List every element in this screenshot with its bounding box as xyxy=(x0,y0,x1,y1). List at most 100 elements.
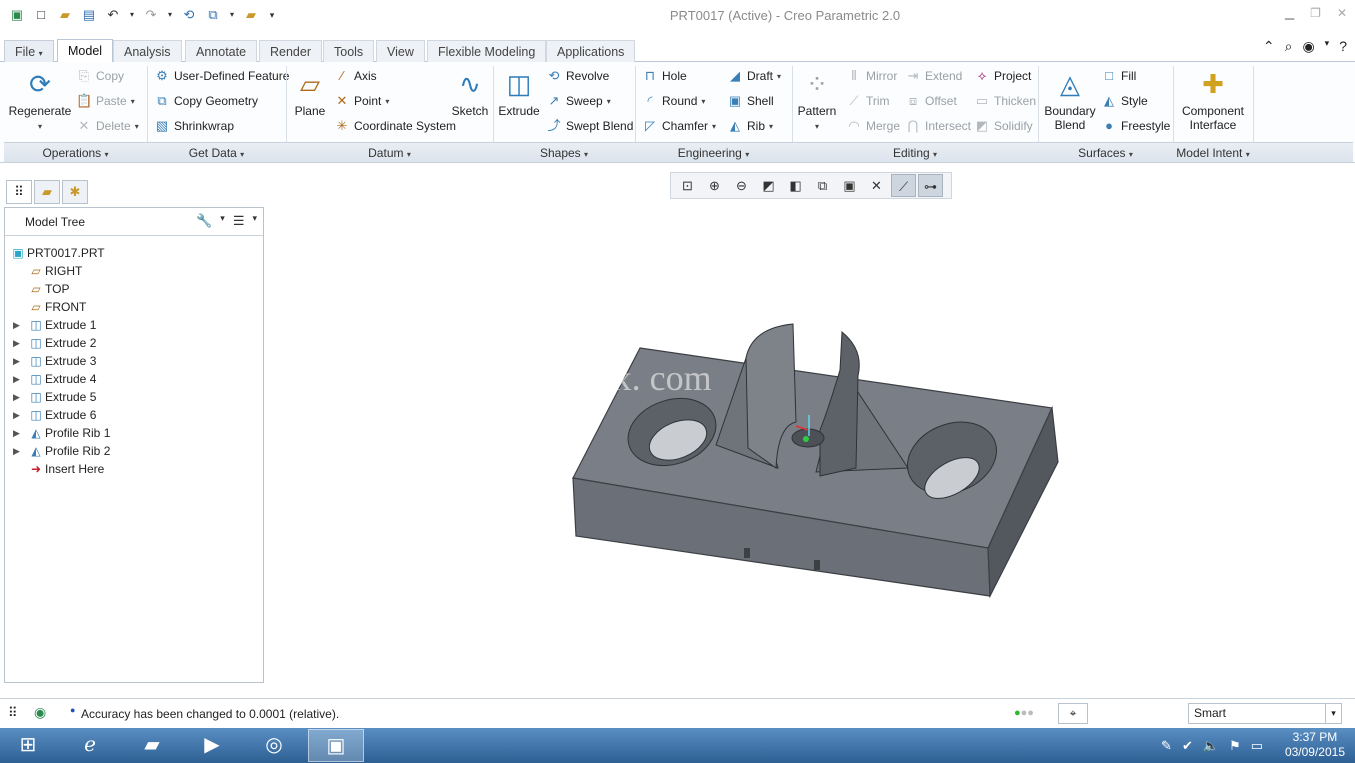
hole-button[interactable]: ⊓ Hole xyxy=(642,66,687,86)
spin-center-icon[interactable]: ⊶ xyxy=(918,174,943,197)
tree-node[interactable]: ➜ Insert Here xyxy=(13,460,104,478)
extend-button[interactable]: ⇥ Extend xyxy=(905,66,963,86)
tab-tools[interactable]: Tools xyxy=(323,40,375,62)
tree-node[interactable]: ▣ PRT0017.PRT xyxy=(9,244,104,262)
model-tree-tab-icon[interactable]: ⠿ xyxy=(6,180,32,204)
tab-applications[interactable]: Applications xyxy=(546,40,636,62)
group-get-data[interactable]: Get Data ▾ xyxy=(147,146,286,160)
tree-node[interactable]: ▱ RIGHT xyxy=(13,262,82,280)
tree-node[interactable]: ▶ ◫ Extrude 6 xyxy=(13,406,96,424)
help-icon[interactable]: ? xyxy=(1339,38,1347,55)
folder-browser-tab-icon[interactable]: ▰ xyxy=(34,180,60,204)
show-dropdown-icon[interactable]: ▾ xyxy=(252,213,257,229)
intersect-button[interactable]: ⋂ Intersect xyxy=(905,116,971,136)
media-player-icon[interactable]: ▶ xyxy=(184,729,240,762)
round-button[interactable]: ◜ Round ▾ xyxy=(642,91,705,111)
community-icon[interactable]: ◉ xyxy=(1302,38,1314,55)
tree-settings-dropdown-icon[interactable]: ▾ xyxy=(220,213,225,229)
annotation-display-icon[interactable]: ⟋ xyxy=(891,174,916,197)
expand-arrow-icon[interactable]: ▶ xyxy=(13,410,27,421)
favorites-tab-icon[interactable]: ✱ xyxy=(62,180,88,204)
style-button[interactable]: ◭ Style xyxy=(1101,91,1148,111)
search-icon[interactable]: ⌕ xyxy=(1285,38,1293,55)
plane-button[interactable]: ▱ Plane xyxy=(290,68,330,118)
selection-filter-dropdown[interactable]: Smart ▾ xyxy=(1188,703,1342,724)
pattern-button[interactable]: ⁘ Pattern ▾ xyxy=(797,68,837,134)
tray-check-icon[interactable]: ✔ xyxy=(1182,738,1193,754)
tab-model[interactable]: Model xyxy=(57,39,114,63)
point-button[interactable]: ✕ Point ▾ xyxy=(334,91,390,111)
shrinkwrap-button[interactable]: ▧ Shrinkwrap xyxy=(154,116,234,136)
copy-button[interactable]: ⎘ Copy xyxy=(76,66,124,86)
trim-button[interactable]: ⟋ Trim xyxy=(846,91,889,111)
view-manager-icon[interactable]: ▣ xyxy=(837,174,862,197)
action-center-icon[interactable]: ⚑ xyxy=(1229,738,1241,754)
tab-flexible-modeling[interactable]: Flexible Modeling xyxy=(427,40,547,62)
offset-button[interactable]: ⧈ Offset xyxy=(905,91,957,111)
show-columns-icon[interactable]: ☰ xyxy=(233,213,245,229)
expand-arrow-icon[interactable]: ▶ xyxy=(13,428,27,439)
maximize-icon[interactable]: ❐ xyxy=(1310,6,1321,20)
copy-geometry-button[interactable]: ⧉ Copy Geometry xyxy=(154,91,258,111)
group-editing[interactable]: Editing ▾ xyxy=(792,146,1038,160)
revolve-button[interactable]: ⟲ Revolve xyxy=(546,66,610,86)
tab-analysis[interactable]: Analysis xyxy=(113,40,182,62)
expand-arrow-icon[interactable]: ▶ xyxy=(13,446,27,457)
expand-arrow-icon[interactable]: ▶ xyxy=(13,338,27,349)
group-operations[interactable]: Operations ▾ xyxy=(4,146,147,160)
file-explorer-icon[interactable]: ▰ xyxy=(124,729,180,762)
coordinate-system-button[interactable]: ✳ Coordinate System xyxy=(334,116,457,136)
close-icon[interactable]: ✕ xyxy=(1337,6,1347,20)
volume-icon[interactable]: 🔈 xyxy=(1203,738,1219,754)
saved-orientations-icon[interactable]: ⧉ xyxy=(810,174,835,197)
component-interface-button[interactable]: ✚ Component Interface xyxy=(1178,68,1248,132)
tree-node[interactable]: ▶ ◫ Extrude 5 xyxy=(13,388,96,406)
community-dropdown-icon[interactable]: ▾ xyxy=(1325,38,1330,55)
draft-button[interactable]: ◢ Draft ▾ xyxy=(727,66,781,86)
expand-arrow-icon[interactable]: ▶ xyxy=(13,392,27,403)
tab-render[interactable]: Render xyxy=(259,40,322,62)
project-button[interactable]: ⟡ Project xyxy=(974,66,1032,86)
tree-settings-icon[interactable]: 🔧 xyxy=(196,213,212,229)
tree-node[interactable]: ▱ TOP xyxy=(13,280,69,298)
internet-explorer-icon[interactable]: ℯ xyxy=(62,729,118,762)
group-datum[interactable]: Datum ▾ xyxy=(286,146,493,160)
display-style-icon[interactable]: ◧ xyxy=(783,174,808,197)
datum-display-icon[interactable]: ✕ xyxy=(864,174,889,197)
mirror-button[interactable]: ⫴ Mirror xyxy=(846,66,897,86)
expand-arrow-icon[interactable]: ▶ xyxy=(13,356,27,367)
rib-button[interactable]: ◭ Rib ▾ xyxy=(727,116,773,136)
tree-node[interactable]: ▶ ◭ Profile Rib 2 xyxy=(13,442,110,460)
find-icon[interactable]: ⌖ xyxy=(1058,703,1088,724)
chamfer-button[interactable]: ◸ Chamfer ▾ xyxy=(642,116,716,136)
paste-button[interactable]: 📋 Paste ▾ xyxy=(76,91,135,111)
tree-node[interactable]: ▶ ◭ Profile Rib 1 xyxy=(13,424,110,442)
navigator-toggle-icon[interactable]: ⠿ xyxy=(8,705,18,721)
merge-button[interactable]: ◠ Merge xyxy=(846,116,900,136)
user-defined-feature-button[interactable]: ⚙ User-Defined Feature xyxy=(154,66,289,86)
thicken-button[interactable]: ▭ Thicken xyxy=(974,91,1036,111)
extrude-button[interactable]: ◫ Extrude xyxy=(498,68,540,118)
delete-button[interactable]: ✕ Delete ▾ xyxy=(76,116,139,136)
graphics-area[interactable]: www. 3dmox. com xyxy=(268,200,1355,690)
tree-node[interactable]: ▶ ◫ Extrude 2 xyxy=(13,334,96,352)
expand-arrow-icon[interactable]: ▶ xyxy=(13,374,27,385)
tree-node[interactable]: ▶ ◫ Extrude 1 xyxy=(13,316,96,334)
zoom-in-icon[interactable]: ⊕ xyxy=(702,174,727,197)
refit-icon[interactable]: ⊡ xyxy=(675,174,700,197)
tray-app-icon[interactable]: ✎ xyxy=(1161,738,1172,754)
group-shapes[interactable]: Shapes ▾ xyxy=(493,146,635,160)
creo-taskbar-icon[interactable]: ▣ xyxy=(308,729,364,762)
start-button-icon[interactable]: ⊞ xyxy=(0,729,56,762)
tab-file[interactable]: File ▾ xyxy=(4,40,54,62)
network-icon[interactable]: ▭ xyxy=(1251,738,1263,754)
group-model-intent[interactable]: Model Intent ▾ xyxy=(1173,146,1253,160)
group-engineering[interactable]: Engineering ▾ xyxy=(635,146,792,160)
regen-status-icon[interactable]: ●●● xyxy=(1014,707,1034,719)
boundary-blend-button[interactable]: ◬ Boundary Blend xyxy=(1043,68,1097,132)
sketch-button[interactable]: ∿ Sketch xyxy=(450,68,490,118)
fill-button[interactable]: □ Fill xyxy=(1101,66,1136,86)
expand-arrow-icon[interactable]: ▶ xyxy=(13,320,27,331)
tab-view[interactable]: View xyxy=(376,40,425,62)
axis-button[interactable]: ⁄ Axis xyxy=(334,66,377,86)
